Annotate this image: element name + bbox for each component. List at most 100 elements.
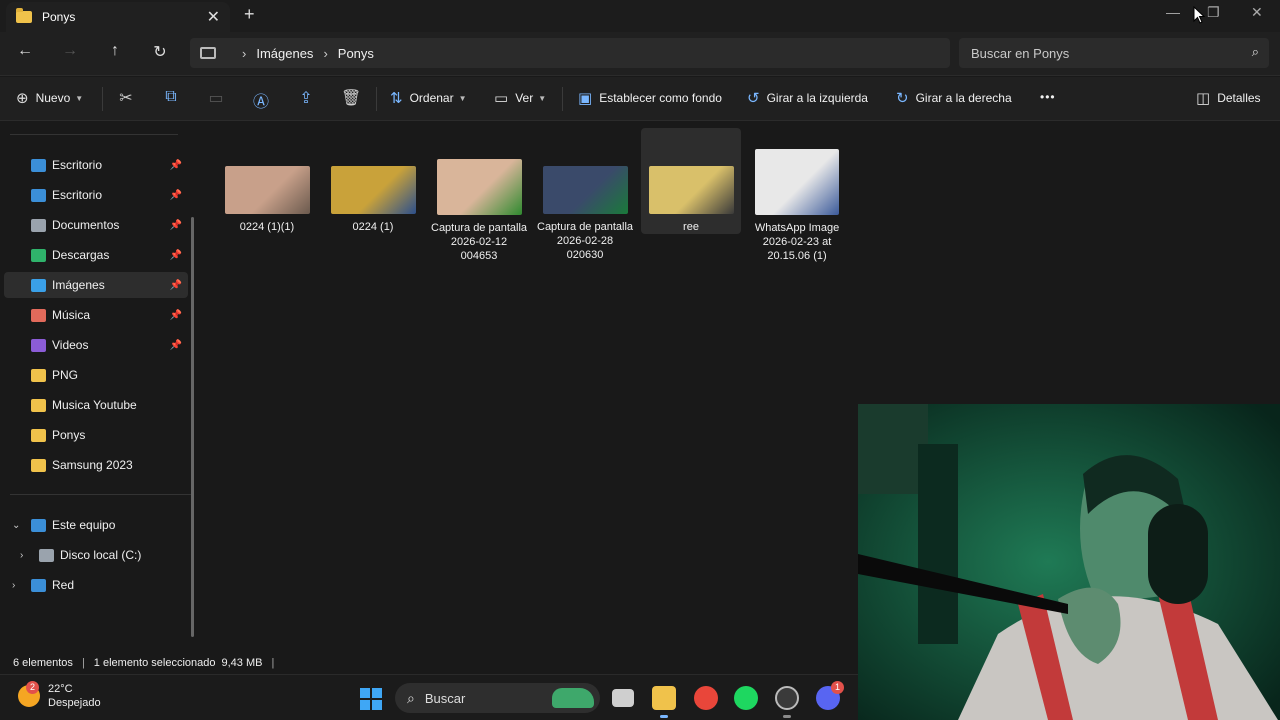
video-icon: [31, 338, 46, 352]
pin-icon[interactable]: 📌: [170, 340, 182, 351]
search-icon: ⌕: [407, 689, 415, 706]
discord-icon[interactable]: 1: [816, 681, 844, 710]
file-item[interactable]: ree: [641, 128, 741, 234]
pictures-icon: [31, 278, 46, 292]
back-button[interactable]: ←: [13, 42, 37, 60]
folder-icon: [31, 398, 46, 412]
file-item[interactable]: 0224 (1): [323, 128, 423, 278]
divider: [376, 87, 377, 111]
file-item[interactable]: Captura de pantalla 2026-02-28 020630: [535, 128, 635, 278]
close-tab-icon[interactable]: ✕: [207, 7, 220, 27]
image-thumbnail: [648, 166, 734, 214]
chevron-down-icon: ▼: [75, 93, 84, 103]
pin-icon[interactable]: 📌: [170, 280, 182, 291]
tree-item[interactable]: › Red: [4, 572, 188, 598]
view-button[interactable]: ▭ Ver ▼: [494, 89, 546, 107]
breadcrumb-item-ponys[interactable]: Ponys: [338, 46, 374, 61]
file-item[interactable]: WhatsApp Image 2026-02-23 at 20.15.06 (1…: [747, 128, 847, 278]
tree-item[interactable]: ⌄ Este equipo: [4, 512, 188, 538]
search-icon: ⌕: [1251, 44, 1259, 59]
refresh-button[interactable]: ↻: [148, 42, 172, 62]
pin-icon[interactable]: 📌: [170, 310, 182, 321]
active-indicator: [660, 715, 668, 718]
folder-icon: [31, 458, 46, 472]
sidebar-item-label: Música: [52, 308, 91, 322]
title-bar: Ponys ✕ + — ❐ ✕: [0, 0, 1280, 32]
sidebar-item[interactable]: Musica Youtube: [4, 392, 188, 418]
tab-ponys[interactable]: Ponys ✕: [6, 2, 230, 32]
sort-label: Ordenar: [409, 91, 454, 105]
copy-icon[interactable]: ⧉: [161, 88, 181, 106]
new-tab-button[interactable]: +: [244, 4, 255, 25]
rename-icon[interactable]: Ⓐ: [251, 88, 271, 112]
sidebar-scrollbar[interactable]: [191, 217, 194, 637]
rotate-left-icon: ↺: [747, 90, 760, 107]
breadcrumb[interactable]: › Imágenes › Ponys: [190, 38, 950, 68]
set-background-button[interactable]: ▣ Establecer como fondo: [578, 89, 722, 107]
file-explorer-icon[interactable]: [652, 686, 676, 710]
forward-button[interactable]: →: [58, 42, 82, 60]
sidebar-item[interactable]: Escritorio 📌: [4, 152, 188, 178]
rotate-left-button[interactable]: ↺ Girar a la izquierda: [747, 89, 868, 107]
expand-chevron-icon[interactable]: ⌄: [12, 520, 20, 531]
cut-icon[interactable]: ✂: [116, 88, 136, 108]
minimize-button[interactable]: —: [1166, 4, 1180, 20]
tree-item[interactable]: › Disco local (C:): [4, 542, 188, 568]
sidebar-item[interactable]: Imágenes 📌: [4, 272, 188, 298]
folder-icon: [31, 368, 46, 382]
details-button[interactable]: ◫ Detalles: [1196, 89, 1261, 107]
pin-icon[interactable]: 📌: [170, 160, 182, 171]
breadcrumb-separator: ›: [242, 45, 247, 61]
rotate-right-button[interactable]: ↻ Girar a la derecha: [896, 89, 1012, 107]
more-options-button[interactable]: •••: [1040, 90, 1056, 104]
sidebar-item[interactable]: Descargas 📌: [4, 242, 188, 268]
image-thumbnail: [542, 166, 628, 214]
sidebar-item[interactable]: Música 📌: [4, 302, 188, 328]
start-button[interactable]: [360, 688, 382, 710]
sidebar-item[interactable]: Ponys: [4, 422, 188, 448]
sidebar-item[interactable]: Samsung 2023: [4, 452, 188, 478]
delete-icon[interactable]: 🗑: [341, 88, 361, 108]
desktop-icon: [31, 158, 46, 172]
paste-icon[interactable]: ▭: [206, 88, 226, 108]
taskbar-search[interactable]: ⌕ Buscar: [395, 683, 600, 713]
sun-icon: 2: [18, 681, 40, 707]
maximize-button[interactable]: ❐: [1207, 4, 1220, 21]
sidebar-item[interactable]: Documentos 📌: [4, 212, 188, 238]
new-button[interactable]: ⊕ Nuevo ▼: [16, 89, 83, 107]
tab-title: Ponys: [42, 10, 76, 24]
pin-icon[interactable]: 📌: [170, 190, 182, 201]
wallpaper-icon: ▣: [578, 90, 593, 107]
sidebar-item[interactable]: PNG: [4, 362, 188, 388]
sidebar-item[interactable]: Escritorio 📌: [4, 182, 188, 208]
search-box[interactable]: ⌕: [959, 38, 1269, 68]
pin-icon[interactable]: 📌: [170, 220, 182, 231]
plus-circle-icon: ⊕: [16, 90, 29, 107]
chrome-icon[interactable]: [694, 686, 718, 710]
share-icon[interactable]: ⇪: [296, 88, 316, 108]
obs-icon[interactable]: [775, 686, 799, 710]
search-input[interactable]: [971, 45, 1231, 61]
sidebar-item[interactable]: Videos 📌: [4, 332, 188, 358]
breadcrumb-item-imagenes[interactable]: Imágenes: [256, 46, 313, 61]
expand-chevron-icon[interactable]: ›: [20, 550, 23, 561]
up-button[interactable]: ↑: [103, 42, 127, 60]
weather-widget[interactable]: 2 22°C Despejado: [18, 681, 101, 710]
sidebar-item-label: Documentos: [52, 218, 120, 232]
expand-chevron-icon[interactable]: ›: [12, 580, 15, 591]
sidebar-item-label: Musica Youtube: [52, 398, 137, 412]
tree-item-label: Disco local (C:): [60, 548, 142, 562]
task-view-icon[interactable]: [612, 689, 634, 707]
rotate-right-label: Girar a la derecha: [915, 91, 1012, 105]
pin-icon[interactable]: 📌: [170, 250, 182, 261]
close-window-button[interactable]: ✕: [1251, 4, 1263, 21]
file-item[interactable]: Captura de pantalla 2026-02-12 004653: [429, 128, 529, 278]
sidebar-item-label: Imágenes: [52, 278, 105, 292]
sort-button[interactable]: ⇅ Ordenar ▼: [390, 89, 467, 107]
status-bar: 6 elementos | 1 elemento seleccionado 9,…: [0, 652, 860, 674]
rotate-left-label: Girar a la izquierda: [766, 91, 868, 105]
spotify-icon[interactable]: [734, 686, 758, 710]
weather-description: Despejado: [48, 697, 101, 709]
divider: [102, 87, 103, 111]
file-item[interactable]: 0224 (1)(1): [217, 128, 317, 278]
